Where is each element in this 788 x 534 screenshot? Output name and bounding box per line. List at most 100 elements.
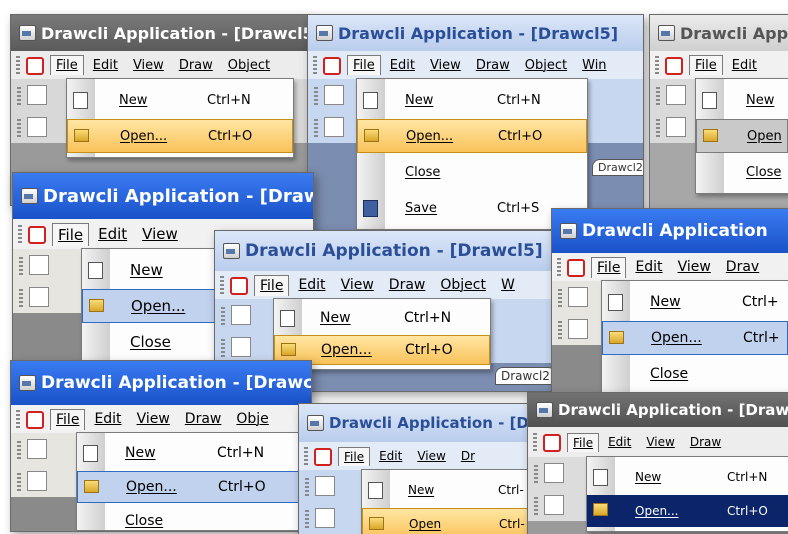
menu-item-view[interactable]: View	[131, 408, 176, 430]
new-toolbar-icon[interactable]	[324, 85, 344, 105]
new-toolbar-icon[interactable]	[315, 476, 335, 496]
menu-entry-new[interactable]: New Ctrl+N	[274, 303, 490, 333]
open-toolbar-icon[interactable]	[29, 287, 49, 307]
menu-item-edit[interactable]: Edit	[726, 55, 763, 76]
menu-entry-new[interactable]: New Ctrl+N	[77, 437, 300, 469]
menu-item-view[interactable]: View	[127, 55, 170, 76]
title-bar[interactable]: Drawcli Application - [Drawcl5]	[308, 15, 643, 51]
menu-item-edit[interactable]: Edit	[88, 408, 127, 430]
toolbar-grip[interactable]	[305, 478, 309, 496]
menu-entry-open[interactable]: Open... Ctrl+	[602, 321, 788, 355]
menu-item-view[interactable]: View	[672, 256, 717, 278]
menu-item-edit[interactable]: Edit	[602, 432, 637, 452]
menu-entry-new[interactable]: NewC	[82, 253, 230, 287]
menu-item-w[interactable]: W	[495, 274, 521, 296]
toolbar-grip[interactable]	[656, 87, 660, 105]
document-menu-icon[interactable]	[24, 410, 44, 429]
document-menu-icon[interactable]	[663, 56, 683, 75]
app-window-w9[interactable]: Drawcli Application - [Draw File Edit View D…	[527, 392, 788, 534]
menu-entry-close[interactable]: Close	[82, 325, 230, 359]
menu-item-file[interactable]: File	[254, 274, 290, 296]
menu-item-draw[interactable]: Draw	[173, 55, 219, 76]
menu-item-view[interactable]: View	[411, 446, 451, 466]
menu-item-drav[interactable]: Drav	[720, 256, 765, 278]
menu-entry-new[interactable]: New Ctrl+N	[587, 461, 788, 493]
menu-item-view[interactable]: View	[335, 274, 380, 296]
new-toolbar-icon[interactable]	[29, 255, 49, 275]
menubar-grip[interactable]	[304, 447, 308, 465]
open-toolbar-icon[interactable]	[666, 117, 686, 137]
menu-item-object[interactable]: Object	[519, 55, 573, 76]
menu-entry-new[interactable]: New Ctrl+	[602, 285, 788, 319]
title-bar[interactable]: Drawcli Application - [Draw	[13, 173, 313, 219]
new-toolbar-icon[interactable]	[231, 305, 251, 325]
toolbar-grip[interactable]	[314, 87, 318, 105]
menu-item-object[interactable]: Object	[434, 274, 492, 296]
menu-item-edit[interactable]: Edit	[629, 256, 668, 278]
open-toolbar-icon[interactable]	[315, 508, 335, 528]
menu-entry-open[interactable]: Open... Ctrl+O	[357, 119, 587, 153]
menu-item-edit[interactable]: Edit	[292, 274, 331, 296]
title-bar[interactable]: Drawcli Application - [Draw	[528, 393, 788, 427]
document-menu-icon[interactable]	[228, 276, 248, 295]
menubar-grip[interactable]	[16, 56, 20, 74]
document-menu-icon[interactable]	[24, 56, 44, 75]
menu-entry-open[interactable]: Open... Ctrl+O	[587, 495, 788, 527]
app-window-w6[interactable]: Drawcli Application File Edit View Drav New Ct…	[551, 208, 788, 400]
menu-item-draw[interactable]: Draw	[383, 274, 432, 296]
menubar-grip[interactable]	[313, 56, 317, 74]
app-window-w3[interactable]: Drawcli Appl File Edit New Open Close	[649, 14, 788, 236]
menu-item-file[interactable]: File	[347, 55, 381, 75]
menu-entry-new[interactable]: New Ctrl-	[362, 474, 539, 506]
menubar-grip[interactable]	[557, 258, 561, 276]
menu-item-file[interactable]: File	[52, 222, 90, 246]
menu-item-draw[interactable]: Draw	[684, 432, 727, 452]
toolbar-grip[interactable]	[17, 473, 21, 491]
menu-item-edit[interactable]: Edit	[92, 222, 133, 246]
menu-entry-close[interactable]: Close	[77, 505, 300, 531]
menu-item-object[interactable]: Object	[222, 55, 276, 76]
menu-entry-close[interactable]: Close	[602, 357, 788, 391]
menu-item-file[interactable]: File	[591, 256, 627, 278]
menu-entry-open[interactable]: Open... Ctrl+O	[77, 471, 300, 503]
new-toolbar-icon[interactable]	[27, 439, 47, 459]
menu-item-file[interactable]: File	[689, 55, 723, 75]
menu-entry-close[interactable]: Close	[357, 155, 587, 189]
toolbar-grip[interactable]	[17, 119, 21, 137]
menubar-grip[interactable]	[655, 56, 659, 74]
menu-item-view[interactable]: View	[424, 55, 467, 76]
open-toolbar-icon[interactable]	[27, 117, 47, 137]
menubar-grip[interactable]	[533, 433, 537, 451]
menu-item-file[interactable]: File	[338, 446, 371, 466]
new-toolbar-icon[interactable]	[568, 287, 588, 307]
new-toolbar-icon[interactable]	[27, 85, 47, 105]
menu-item-file[interactable]: File	[567, 432, 600, 452]
menu-item-dr[interactable]: Dr	[455, 446, 481, 466]
new-toolbar-icon[interactable]	[544, 463, 564, 483]
document-menu-icon[interactable]	[312, 447, 332, 466]
menu-item-edit[interactable]: Edit	[87, 55, 124, 76]
menu-item-view[interactable]: View	[136, 222, 184, 246]
toolbar-grip[interactable]	[656, 119, 660, 137]
menu-entry-open[interactable]: Open Ctrl-	[362, 508, 539, 534]
document-menu-icon[interactable]	[26, 225, 46, 244]
toolbar-grip[interactable]	[314, 119, 318, 137]
open-toolbar-icon[interactable]	[27, 471, 47, 491]
menu-item-edit[interactable]: Edit	[384, 55, 421, 76]
menu-item-view[interactable]: View	[640, 432, 680, 452]
menu-item-edit[interactable]: Edit	[373, 446, 408, 466]
title-bar[interactable]: Drawcli Application - [Drawcl5]	[11, 361, 311, 405]
toolbar-grip[interactable]	[17, 441, 21, 459]
document-menu-icon[interactable]	[565, 258, 585, 277]
menubar-grip[interactable]	[18, 225, 22, 243]
toolbar-grip[interactable]	[534, 497, 538, 515]
new-toolbar-icon[interactable]	[666, 85, 686, 105]
toolbar-grip[interactable]	[558, 321, 562, 339]
menu-item-file[interactable]: File	[50, 408, 86, 430]
open-toolbar-icon[interactable]	[324, 117, 344, 137]
toolbar-grip[interactable]	[221, 339, 225, 357]
open-toolbar-icon[interactable]	[568, 319, 588, 339]
toolbar-grip[interactable]	[305, 510, 309, 528]
menu-entry-open[interactable]: Open...C	[82, 289, 230, 323]
menu-entry-new[interactable]: New Ctrl+N	[67, 83, 293, 117]
